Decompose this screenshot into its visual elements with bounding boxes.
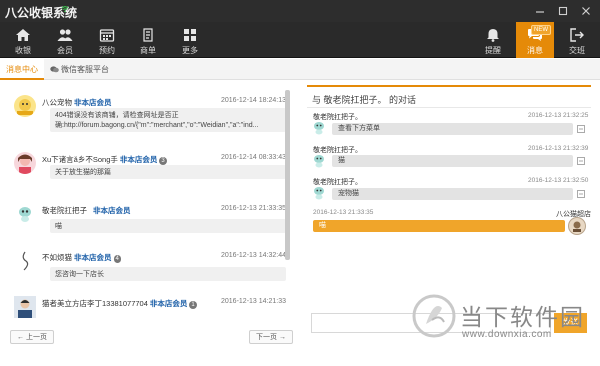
maximize-icon[interactable] — [556, 4, 570, 18]
sender-name: 八公宠物 非本店会员 — [42, 98, 112, 107]
message-preview: 关于放生猫的那篇 — [50, 165, 286, 179]
chat-avatar — [314, 187, 324, 200]
sender-name: 敬老院扛把子 非本店会员 — [42, 206, 131, 215]
toolbar-booking-button[interactable]: 预约 — [88, 22, 126, 58]
watermark-text: 当下软件园 — [460, 305, 585, 331]
message-line: 喵 — [55, 223, 62, 230]
toolbar-more-label: 更多 — [182, 46, 198, 55]
list-item[interactable]: 敬老院扛把子 非本店会员 2016-12-13 21:33:35 喵 — [14, 203, 286, 239]
chat-accent-line — [307, 85, 591, 87]
message-line: 您咨询一下店长 — [55, 271, 104, 278]
chat-bubble: 查看下方菜单 — [332, 123, 573, 135]
toolbar-order-label: 商单 — [140, 46, 156, 55]
chat-bubble-mine: 喵 — [313, 220, 565, 232]
chat-avatar — [314, 122, 324, 135]
member-tag: 非本店会员 — [149, 299, 188, 308]
members-icon — [57, 29, 73, 41]
minimize-icon[interactable] — [533, 4, 547, 18]
avatar — [14, 250, 36, 272]
chat-time: 2016-12-13 21:32:50 — [528, 177, 589, 184]
next-page-button[interactable]: 下一页 → — [249, 330, 293, 344]
chat-bubble: 猫 — [332, 155, 573, 167]
tab-wechat-service-label: 微信客服平台 — [61, 65, 109, 74]
divider — [307, 107, 591, 108]
wifi-icon — [61, 6, 69, 13]
more-icon — [184, 29, 196, 41]
message-time: 2016-12-13 21:33:35 — [221, 205, 286, 212]
home-icon — [16, 29, 30, 41]
toolbar-reminder-button[interactable]: 提醒 — [474, 22, 512, 58]
sender-name: Xu下诸言ǎ乡不Song手 非本店会员 3 — [42, 155, 167, 165]
message-time: 2016-12-14 18:24:13 — [221, 97, 286, 104]
bell-icon — [487, 29, 499, 42]
prev-page-button[interactable]: ← 上一页 — [10, 330, 54, 344]
chat-title: 与 敬老院扛把子。 的对话 — [312, 95, 417, 105]
retract-icon[interactable] — [577, 190, 585, 198]
message-line: 404错误没有该商铺，请检查网址是否正 — [55, 112, 179, 119]
chat-time: 2016-12-13 21:33:35 — [313, 209, 374, 216]
unread-count: 3 — [159, 157, 167, 165]
message-time: 2016-12-14 08:33:43 — [221, 154, 286, 161]
toolbar-reminder-label: 提醒 — [485, 46, 501, 55]
list-item[interactable]: 猫者美立方店李丁13381077704 非本店会员 1 2016-12-13 14:… — [14, 296, 286, 326]
tab-wechat-service[interactable]: 微信客服平台 — [44, 59, 115, 80]
toolbar-message-button[interactable]: NEW 消息 — [516, 22, 554, 58]
chat-avatar — [314, 155, 324, 168]
chat-bubble: 宠物猫 — [332, 188, 573, 200]
sender-name: 猫者美立方店李丁13381077704 非本店会员 1 — [42, 299, 197, 309]
avatar — [14, 152, 36, 174]
chat-time: 2016-12-13 21:32:25 — [528, 112, 589, 119]
title-bar: 八公收银系统 — [0, 0, 600, 22]
toolbar-handover-label: 交班 — [569, 46, 585, 55]
watermark-logo — [412, 294, 456, 338]
new-badge: NEW — [531, 25, 551, 35]
logout-icon — [570, 28, 584, 42]
list-item[interactable]: 八公宠物 非本店会员 2016-12-14 18:24:13 404错误没有该商铺… — [14, 95, 286, 139]
member-tag: 非本店会员 — [74, 253, 112, 262]
toolbar-members-label: 会员 — [57, 46, 73, 55]
message-time: 2016-12-13 14:32:44 — [221, 252, 286, 259]
message-list-scrollbar[interactable] — [285, 90, 290, 260]
tab-message-center-label: 消息中心 — [6, 65, 38, 74]
message-time: 2016-12-13 14:21:33 — [221, 298, 286, 305]
retract-icon[interactable] — [577, 125, 585, 133]
member-tag: 非本店会员 — [119, 155, 158, 164]
toolbar-message-label: 消息 — [527, 46, 543, 55]
message-line: 确:http://forum.bagong.cn/{"m":"merchant"… — [55, 122, 259, 129]
tab-message-center[interactable]: 消息中心 — [0, 59, 44, 80]
main-toolbar: 收银 会员 预约 商单 更多 提醒 NEW 消息 交班 — [0, 22, 600, 58]
toolbar-booking-label: 预约 — [99, 46, 115, 55]
message-preview: 喵 — [50, 219, 286, 233]
store-avatar — [568, 217, 586, 235]
unread-count: 1 — [189, 301, 197, 309]
chat-bubble-icon — [50, 66, 59, 73]
toolbar-order-button[interactable]: 商单 — [129, 22, 167, 58]
toolbar-handover-button[interactable]: 交班 — [558, 22, 596, 58]
list-item[interactable]: Xu下诸言ǎ乡不Song手 非本店会员 3 2016-12-14 08:33:43 … — [14, 152, 286, 188]
watermark-url: www.downxia.com — [462, 329, 552, 340]
calendar-icon — [99, 29, 115, 42]
toolbar-cashier-button[interactable]: 收银 — [4, 22, 42, 58]
toolbar-cashier-label: 收银 — [15, 46, 31, 55]
message-line: 关于放生猫的那篇 — [55, 169, 111, 176]
list-item[interactable]: 不如烦猫 非本店会员 4 2016-12-13 14:32:44 您咨询一下店长 — [14, 250, 286, 286]
tab-bar: 消息中心 微信客服平台 — [0, 59, 600, 80]
chat-time: 2016-12-13 21:32:39 — [528, 145, 589, 152]
retract-icon[interactable] — [577, 157, 585, 165]
avatar — [14, 95, 36, 117]
message-preview: 404错误没有该商铺，请检查网址是否正 确:http://forum.bagon… — [50, 108, 286, 132]
avatar — [14, 296, 36, 318]
member-tag: 非本店会员 — [74, 98, 112, 107]
close-icon[interactable] — [579, 4, 593, 18]
message-preview: 您咨询一下店长 — [50, 267, 286, 281]
order-icon — [143, 28, 153, 42]
avatar — [14, 203, 36, 225]
member-tag: 非本店会员 — [93, 206, 131, 215]
toolbar-members-button[interactable]: 会员 — [46, 22, 84, 58]
toolbar-more-button[interactable]: 更多 — [171, 22, 209, 58]
message-list: 八公宠物 非本店会员 2016-12-14 18:24:13 404错误没有该商铺… — [4, 85, 292, 340]
unread-count: 4 — [113, 255, 121, 263]
sender-name: 不如烦猫 非本店会员 4 — [42, 253, 121, 263]
